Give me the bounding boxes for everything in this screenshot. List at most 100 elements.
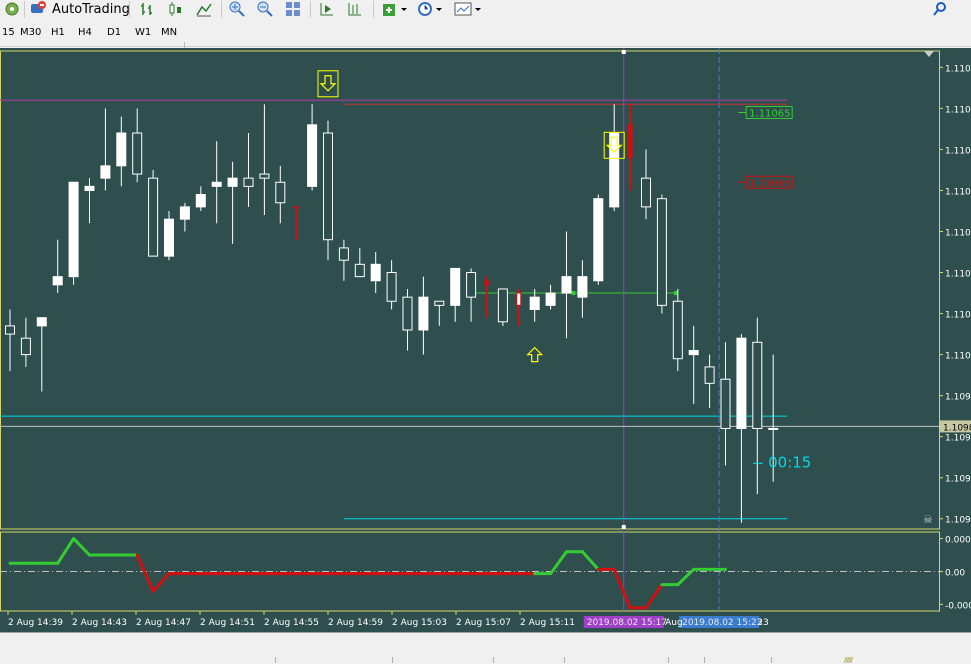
candle-body <box>688 350 699 356</box>
candle-body <box>179 206 190 220</box>
y-axis-label: 1.1104 <box>945 187 971 197</box>
candle-body <box>627 124 633 159</box>
chart-tabs-bar: ////// <box>0 632 971 664</box>
candle-body <box>338 247 349 261</box>
candle-body <box>577 276 588 298</box>
candle-body <box>116 132 127 167</box>
candle-body <box>354 263 365 278</box>
y-axis-label: 1.1103 <box>945 229 971 239</box>
candle-body <box>20 337 31 356</box>
time-highlight-label: 2019.08.02 15:17 <box>587 618 667 628</box>
candle-body <box>132 132 143 175</box>
templates-icon[interactable] <box>453 0 483 18</box>
autotrading-icon <box>30 0 48 19</box>
x-axis-label: 2 Aug 14:39 <box>8 618 63 628</box>
candle-body <box>227 177 238 187</box>
x-axis-label: 2 Aug 14:51 <box>200 618 255 628</box>
line-anchor <box>673 291 678 296</box>
y-axis-label: 1.1107 <box>945 64 971 74</box>
bar-chart-icon[interactable] <box>137 0 157 18</box>
search-icon[interactable] <box>930 0 950 18</box>
y-axis-label: 1.1096 <box>945 516 971 526</box>
x-axis-label: 23 <box>757 618 768 628</box>
line-chart-icon[interactable] <box>194 0 214 18</box>
candle-body <box>672 300 683 360</box>
y-axis-label: 1.1105 <box>945 146 971 156</box>
candle-body <box>164 218 174 257</box>
y-axis-label: 1.1099 <box>945 393 971 403</box>
indicator-segment <box>580 550 600 571</box>
candle-body <box>466 272 477 298</box>
indicator-segment <box>676 567 696 587</box>
candle-body <box>370 263 381 282</box>
candle-body <box>593 198 604 282</box>
y-axis-label: 1.1100 <box>945 352 971 362</box>
candle-body <box>752 341 763 429</box>
candle-body <box>52 276 63 286</box>
candle-body <box>259 173 270 179</box>
indicator-segment <box>72 537 91 557</box>
resize-grip[interactable]: ////// <box>844 656 853 664</box>
shift-marker-icon <box>924 51 934 57</box>
candle-body <box>561 276 572 294</box>
tf-mn[interactable]: MN <box>161 27 177 38</box>
candle-body <box>720 378 731 429</box>
candle-body <box>450 267 461 306</box>
autotrading-button[interactable]: AutoTrading <box>30 0 130 18</box>
tf-m15[interactable]: 15 <box>2 27 15 38</box>
zoom-in-icon[interactable] <box>227 0 247 18</box>
indicator-segment <box>549 550 568 576</box>
chart-canvas[interactable]: 1.1107 1.1106 1.1105 1.1104 1.1103 1.1102 1.11… <box>0 48 971 632</box>
candle-body <box>641 177 651 208</box>
candle-body <box>211 181 222 187</box>
tile-windows-icon[interactable] <box>283 0 303 18</box>
candle-body <box>516 292 522 306</box>
new-order-icon[interactable] <box>381 0 409 18</box>
x-axis-label: 2 Aug 15:11 <box>520 618 575 628</box>
candlestick-icon[interactable] <box>165 0 185 18</box>
candle-body <box>736 337 747 429</box>
candle-body <box>386 272 397 302</box>
close-all-icon: ☠ <box>923 513 933 526</box>
candle-body <box>545 292 556 306</box>
price-tag-label: 1.11088 <box>749 178 790 189</box>
y-axis-label: 1.1106 <box>945 105 971 115</box>
y-axis-label: 1.1097 <box>945 475 971 485</box>
indicator-y-label: -0.0001 <box>945 601 971 611</box>
tf-w1[interactable]: W1 <box>135 27 151 38</box>
toolbar: AutoTrading <box>0 0 971 20</box>
candle-body <box>402 296 413 331</box>
tf-m30[interactable]: M30 <box>20 27 41 38</box>
indicator-segment <box>56 537 76 565</box>
tf-d1[interactable]: D1 <box>107 27 121 38</box>
sell-arrow-icon <box>319 75 337 92</box>
candle-body <box>100 165 111 179</box>
x-axis-label: 2 Aug 14:59 <box>328 618 383 628</box>
price-chart[interactable]: 1.1107 1.1106 1.1105 1.1104 1.1103 1.1102 1.11… <box>0 48 971 632</box>
candle-body <box>497 288 508 323</box>
x-axis-label: Aug <box>665 618 683 628</box>
zoom-out-icon[interactable] <box>255 0 275 18</box>
candle-body <box>656 198 667 306</box>
bar-countdown: -- 00:15 <box>753 453 812 471</box>
line-anchor <box>571 291 576 296</box>
chart-shift-icon[interactable] <box>345 0 365 18</box>
current-price-label: 1.1098 <box>943 423 971 433</box>
auto-scroll-icon[interactable] <box>317 0 337 18</box>
tf-h4[interactable]: H4 <box>78 27 92 38</box>
periods-icon[interactable] <box>416 0 444 18</box>
candle-body <box>768 427 779 430</box>
candle-body <box>275 181 286 204</box>
y-axis-label: 1.1098 <box>945 434 971 444</box>
candle-body <box>195 194 206 208</box>
indicator-segment <box>612 567 632 610</box>
ea-icon[interactable] <box>2 0 22 18</box>
tf-h1[interactable]: H1 <box>51 27 65 38</box>
candle-body <box>529 296 540 310</box>
candle-body <box>84 185 95 191</box>
timeframe-bar: 15 M30 H1 H4 D1 W1 MN <box>0 20 971 65</box>
indicator-segment <box>151 572 171 593</box>
time-highlight-label: 2019.08.02 15:23 <box>682 618 762 628</box>
x-axis-label: 2 Aug 15:07 <box>456 618 511 628</box>
indicator-y-label: 0.0001 <box>945 536 971 546</box>
